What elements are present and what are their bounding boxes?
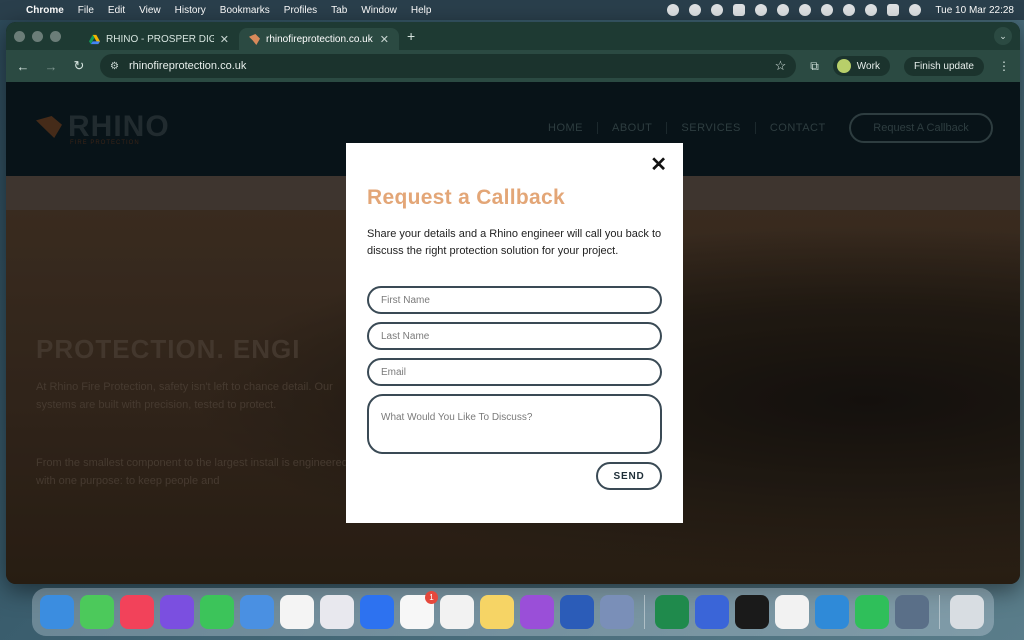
- modal-description: Share your details and a Rhino engineer …: [367, 228, 662, 257]
- rhino-favicon-icon: [249, 33, 260, 45]
- nordvpn-icon[interactable]: [695, 595, 729, 629]
- address-bar[interactable]: ⚙ rhinofireprotection.co.uk ☆: [100, 54, 797, 78]
- finder-icon[interactable]: [40, 595, 74, 629]
- excel-icon[interactable]: [655, 595, 689, 629]
- mail-icon[interactable]: [240, 595, 274, 629]
- back-icon[interactable]: ←: [16, 59, 30, 74]
- site-info-icon[interactable]: ⚙: [110, 61, 119, 72]
- word-icon[interactable]: [560, 595, 594, 629]
- canva-icon[interactable]: [160, 595, 194, 629]
- tab-title: RHINO - PROSPER DIGITAL -: [106, 33, 214, 45]
- airplay-icon[interactable]: [755, 4, 768, 16]
- siri-icon[interactable]: [909, 4, 922, 16]
- profile-button[interactable]: Work: [832, 56, 890, 76]
- new-tab-icon[interactable]: +: [407, 28, 415, 44]
- chatgpt-icon[interactable]: [280, 595, 314, 629]
- browser-window: RHINO - PROSPER DIGITAL - ✕ rhinofirepro…: [6, 22, 1020, 584]
- tab-rhino[interactable]: rhinofireprotection.co.uk ✕: [239, 28, 399, 50]
- first-name-input[interactable]: First Name: [367, 286, 662, 314]
- profile-label: Work: [856, 60, 880, 72]
- tab-title: rhinofireprotection.co.uk: [266, 33, 373, 45]
- status-icons: Tue 10 Mar 22:28: [667, 4, 1014, 16]
- minimize-window-button[interactable]: [32, 30, 43, 42]
- web-page: RHINO FIRE PROTECTION HOME ABOUT SERVICE…: [6, 82, 1020, 584]
- tab-search-icon[interactable]: ⌄: [994, 27, 1012, 45]
- reminders-icon[interactable]: 1: [400, 591, 438, 629]
- sheet-icon[interactable]: [775, 595, 809, 629]
- send-button[interactable]: SEND: [596, 462, 662, 490]
- chrome-icon[interactable]: [440, 595, 474, 629]
- browser-toolbar: ← → ↻ ⚙ rhinofireprotection.co.uk ☆ ⧉ Wo…: [6, 50, 1020, 82]
- misc-icon[interactable]: [895, 595, 929, 629]
- tab-bar: RHINO - PROSPER DIGITAL - ✕ rhinofirepro…: [6, 22, 1020, 50]
- launchpad-icon[interactable]: [320, 595, 354, 629]
- notification-badge: 1: [425, 591, 438, 604]
- message-textarea[interactable]: What Would You Like To Discuss?: [367, 394, 662, 454]
- reload-icon[interactable]: ↻: [72, 58, 86, 74]
- menu-bookmarks[interactable]: Bookmarks: [220, 5, 270, 16]
- profile-avatar: [836, 59, 851, 73]
- podcasts-icon[interactable]: [520, 595, 554, 629]
- menu-help[interactable]: Help: [411, 5, 432, 16]
- menu-file[interactable]: File: [78, 5, 94, 16]
- quicktime-icon[interactable]: [815, 595, 849, 629]
- control-center-icon[interactable]: [887, 4, 900, 16]
- menu-history[interactable]: History: [175, 5, 206, 16]
- play-icon[interactable]: [799, 4, 812, 16]
- email-input[interactable]: Email: [367, 358, 662, 386]
- dock-separator: [939, 595, 940, 629]
- numbers-icon[interactable]: [855, 595, 889, 629]
- facetime-icon[interactable]: [200, 595, 234, 629]
- forward-icon[interactable]: →: [44, 59, 58, 74]
- menu-view[interactable]: View: [139, 5, 161, 16]
- url-text[interactable]: rhinofireprotection.co.uk: [129, 60, 246, 72]
- tab-prosper-digital[interactable]: RHINO - PROSPER DIGITAL - ✕: [79, 28, 239, 50]
- bookmark-star-icon[interactable]: ☆: [775, 58, 787, 74]
- wifi-icon[interactable]: [843, 4, 856, 16]
- close-window-button[interactable]: [14, 30, 25, 42]
- menu-window[interactable]: Window: [361, 5, 397, 16]
- drive-icon: [89, 34, 100, 44]
- dock-separator: [644, 595, 645, 629]
- moon-icon[interactable]: [777, 4, 790, 16]
- cloud-icon[interactable]: [711, 4, 724, 16]
- zoom-window-button[interactable]: [50, 30, 61, 42]
- menu-edit[interactable]: Edit: [108, 5, 125, 16]
- send-row: SEND: [367, 462, 662, 490]
- callback-modal: ✕ Request a Callback Share your details …: [346, 143, 683, 523]
- preview-icon[interactable]: [600, 595, 634, 629]
- menu-app-chrome[interactable]: Chrome: [26, 5, 64, 16]
- menu-profiles[interactable]: Profiles: [284, 5, 317, 16]
- status-app-icon[interactable]: [667, 4, 680, 16]
- modal-title: Request a Callback: [367, 186, 565, 209]
- last-name-input[interactable]: Last Name: [367, 322, 662, 350]
- close-tab-icon[interactable]: ✕: [380, 33, 389, 46]
- trash-icon[interactable]: [950, 595, 984, 629]
- dock: 1: [32, 588, 994, 636]
- close-icon[interactable]: ✕: [650, 155, 667, 175]
- window-controls: [14, 30, 61, 42]
- menu-kebab-icon[interactable]: ⋮: [998, 59, 1010, 73]
- close-tab-icon[interactable]: ✕: [220, 33, 229, 46]
- zoom-icon[interactable]: [360, 595, 394, 629]
- search-icon[interactable]: [865, 4, 878, 16]
- spotify-icon[interactable]: [735, 595, 769, 629]
- menu-bar: Chrome File Edit View History Bookmarks …: [0, 0, 1024, 20]
- messages-icon[interactable]: [80, 595, 114, 629]
- vpn-icon[interactable]: [733, 4, 746, 16]
- battery-icon[interactable]: [821, 4, 834, 16]
- openai-icon[interactable]: [689, 4, 702, 16]
- extensions-icon[interactable]: ⧉: [810, 59, 819, 74]
- music-icon[interactable]: [120, 595, 154, 629]
- notes-icon[interactable]: [480, 595, 514, 629]
- menu-clock[interactable]: Tue 10 Mar 22:28: [935, 5, 1014, 16]
- finish-update-button[interactable]: Finish update: [903, 56, 984, 76]
- menu-tab[interactable]: Tab: [331, 5, 347, 16]
